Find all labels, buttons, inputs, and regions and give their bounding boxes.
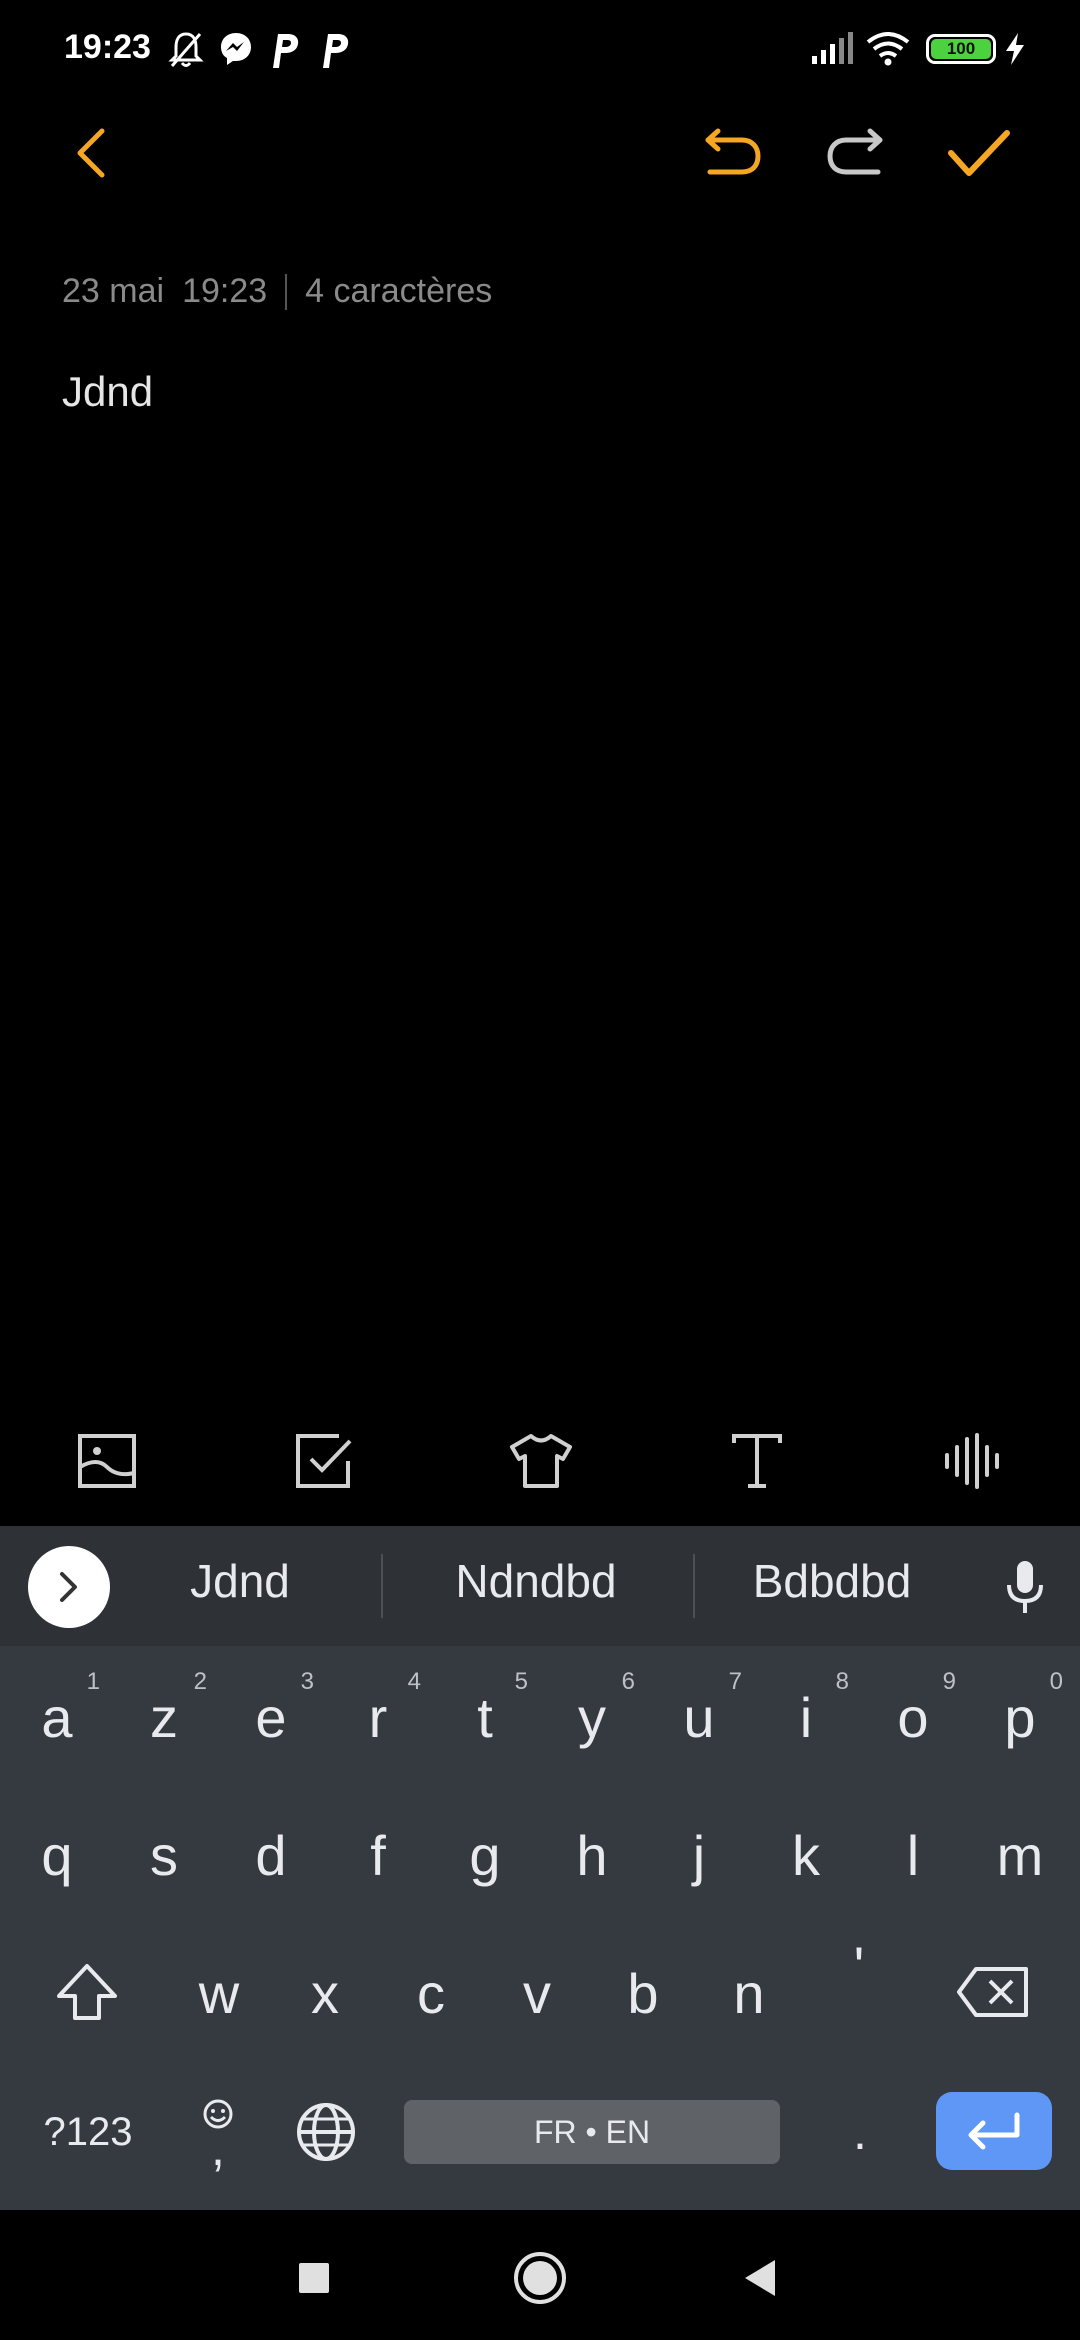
key-i[interactable]: i8 — [753, 1652, 859, 1782]
text-format-button[interactable] — [720, 1424, 794, 1498]
language-switch-key[interactable] — [286, 2092, 366, 2172]
space-bar[interactable]: FR • EN — [404, 2100, 780, 2164]
key-r[interactable]: r4 — [325, 1652, 431, 1782]
key-u[interactable]: u7 — [646, 1652, 752, 1782]
key-h[interactable]: h — [539, 1790, 645, 1920]
key-a[interactable]: a1 — [4, 1652, 110, 1782]
charging-icon — [1004, 32, 1026, 71]
key-p[interactable]: p0 — [967, 1652, 1073, 1782]
shift-key[interactable] — [34, 1932, 140, 2052]
keyboard: Jdnd Ndndbd Bdbdbd a1 z2 e3 r4 t5 y6 u7 … — [0, 1526, 1080, 2210]
text-format-icon — [732, 1434, 782, 1488]
meta-divider — [285, 273, 288, 310]
key-f[interactable]: f — [325, 1790, 431, 1920]
keyboard-expand-button[interactable] — [28, 1546, 110, 1628]
note-time: 19:23 — [182, 272, 268, 310]
system-nav-bar — [0, 2210, 1080, 2340]
microphone-icon — [1007, 1561, 1043, 1613]
key-x[interactable]: x — [272, 1928, 378, 2058]
p-app-icon — [268, 30, 302, 75]
status-bar: 19:23 100 — [0, 0, 1080, 100]
key-s[interactable]: s — [111, 1790, 217, 1920]
back-button[interactable] — [60, 118, 120, 188]
image-icon — [78, 1434, 136, 1488]
backspace-icon — [957, 1967, 1028, 2017]
status-time: 19:23 — [64, 28, 151, 66]
voice-input-button[interactable] — [990, 1552, 1060, 1622]
key-n[interactable]: n — [696, 1928, 802, 2058]
globe-icon — [297, 2103, 355, 2161]
home-button[interactable] — [506, 2246, 574, 2310]
key-k[interactable]: k — [753, 1790, 859, 1920]
p-app-icon — [318, 30, 352, 75]
redo-icon — [827, 128, 883, 175]
key-z[interactable]: z2 — [111, 1652, 217, 1782]
key-o[interactable]: o9 — [860, 1652, 966, 1782]
suggestion-3[interactable]: Bdbdbd — [692, 1554, 972, 1608]
key-v[interactable]: v — [484, 1928, 590, 2058]
battery-level: 100 — [931, 39, 991, 59]
key-g[interactable]: g — [432, 1790, 538, 1920]
home-circle-icon — [514, 2252, 566, 2304]
key-e[interactable]: e3 — [218, 1652, 324, 1782]
period-key[interactable]: . — [820, 2092, 900, 2172]
messenger-icon — [218, 30, 254, 73]
theme-shirt-icon — [510, 1434, 572, 1488]
comma-label: , — [211, 2120, 225, 2176]
enter-key[interactable] — [936, 2092, 1052, 2170]
char-count: 4 caractères — [305, 272, 493, 310]
undo-button[interactable] — [700, 118, 764, 188]
back-triangle-icon — [745, 2260, 775, 2296]
back-arrow-icon — [77, 128, 105, 178]
key-t[interactable]: t5 — [432, 1652, 538, 1782]
note-date: 23 mai — [62, 272, 165, 310]
key-b[interactable]: b — [590, 1928, 696, 2058]
suggestion-1[interactable]: Jdnd — [100, 1554, 380, 1608]
battery-icon: 100 — [926, 34, 996, 64]
redo-button[interactable] — [824, 118, 888, 188]
insert-image-button[interactable] — [70, 1424, 144, 1498]
format-toolbar — [0, 1400, 1080, 1530]
comma-emoji-key[interactable]: , — [178, 2072, 258, 2192]
recents-button[interactable] — [286, 2250, 342, 2306]
key-y[interactable]: y6 — [539, 1652, 645, 1782]
audio-wave-icon — [945, 1433, 999, 1489]
key-m[interactable]: m — [967, 1790, 1073, 1920]
note-text-area[interactable]: Jdnd — [62, 368, 153, 416]
key-l[interactable]: l — [860, 1790, 966, 1920]
key-w[interactable]: w — [166, 1928, 272, 2058]
voice-note-button[interactable] — [936, 1424, 1010, 1498]
signal-icon — [810, 30, 854, 71]
key-d[interactable]: d — [218, 1790, 324, 1920]
suggestion-2[interactable]: Ndndbd — [396, 1554, 676, 1608]
chevron-right-icon — [60, 1572, 77, 1602]
key-apostrophe[interactable]: ' — [806, 1918, 912, 2048]
suggestion-divider — [381, 1554, 383, 1618]
suggestion-bar: Jdnd Ndndbd Bdbdbd — [0, 1526, 1080, 1646]
save-check-button[interactable] — [944, 118, 1014, 188]
symbols-key[interactable]: ?123 — [28, 2092, 148, 2172]
key-j[interactable]: j — [646, 1790, 752, 1920]
shift-arrow-icon — [57, 1964, 117, 2020]
theme-button[interactable] — [504, 1424, 578, 1498]
checklist-button[interactable] — [288, 1424, 362, 1498]
recents-square-icon — [299, 2263, 329, 2293]
bell-off-icon — [168, 30, 204, 75]
key-q[interactable]: q — [4, 1790, 110, 1920]
wifi-icon — [866, 30, 910, 71]
back-nav-button[interactable] — [732, 2250, 788, 2306]
note-meta: 23 mai 19:23 4 caractères — [62, 272, 492, 311]
checklist-icon — [296, 1434, 352, 1488]
key-c[interactable]: c — [378, 1928, 484, 2058]
check-icon — [948, 130, 1010, 176]
enter-arrow-icon — [968, 2112, 1020, 2150]
backspace-key[interactable] — [940, 1932, 1046, 2052]
undo-icon — [705, 128, 761, 175]
